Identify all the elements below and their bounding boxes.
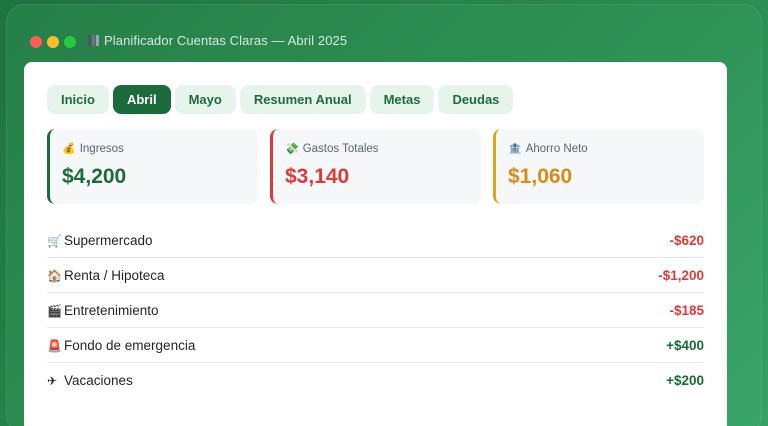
savings-label: Ahorro Neto [525, 143, 588, 155]
savings-card: 🏦 Ahorro Neto $1,060 [493, 129, 704, 204]
list-item: 🚨 Fondo de emergencia +$400 [47, 328, 704, 363]
row-label-text: Renta / Hipoteca [64, 267, 165, 283]
row-label: 🛒 Supermercado [47, 233, 153, 248]
main-panel: Inicio Abril Mayo Resumen Anual Metas De… [24, 62, 727, 426]
row-label-text: Fondo de emergencia [64, 337, 196, 353]
list-item: ✈ Vacaciones +$200 [47, 363, 704, 398]
airplane-icon: ✈ [47, 374, 58, 388]
expenses-card-label: 💸 Gastos Totales [285, 142, 379, 155]
shopping-cart-icon: 🛒 [47, 233, 62, 248]
tab-inicio[interactable]: Inicio [47, 85, 109, 114]
row-amount: +$200 [666, 373, 704, 388]
house-icon: 🏠 [47, 268, 62, 283]
row-amount: -$185 [669, 302, 704, 318]
income-card: 💰 Ingresos $4,200 [47, 129, 258, 204]
income-value: $4,200 [62, 165, 127, 188]
income-label: Ingresos [79, 143, 124, 155]
summary-cards: 💰 Ingresos $4,200 💸 Gastos Totales $3,140 … [47, 129, 704, 204]
row-label: 🚨 Fondo de emergencia [47, 338, 195, 353]
row-amount: -$1,200 [658, 267, 704, 283]
income-card-label: 💰 Ingresos [62, 142, 124, 155]
window-title-text: Planificador Cuentas Claras — Abril 2025 [104, 33, 348, 48]
transactions-list: 🛒 Supermercado -$620 🏠 Renta / Hipoteca -$… [47, 223, 704, 398]
list-item: 🎬 Entretenimiento -$185 [47, 293, 704, 328]
row-label-text: Vacaciones [64, 373, 133, 388]
row-amount: +$400 [666, 337, 704, 353]
tab-abril[interactable]: Abril [112, 85, 171, 114]
row-label: 🎬 Entretenimiento [47, 303, 159, 318]
savings-card-label: 🏦 Ahorro Neto [508, 142, 588, 155]
row-amount: -$620 [669, 232, 704, 248]
money-bag-icon: 💰 [62, 143, 76, 155]
tab-resumen-anual[interactable]: Resumen Anual [239, 85, 366, 114]
savings-value: $1,060 [508, 165, 573, 188]
emergency-light-icon: 🚨 [47, 338, 62, 353]
bank-icon: 🏦 [508, 143, 522, 155]
expenses-card: 💸 Gastos Totales $3,140 [270, 129, 481, 204]
money-wings-icon: 💸 [285, 143, 299, 155]
expenses-value: $3,140 [285, 165, 350, 188]
list-item: 🛒 Supermercado -$620 [47, 223, 704, 258]
row-label-text: Supermercado [64, 232, 153, 248]
expenses-label: Gastos Totales [302, 143, 379, 155]
window-title: Planificador Cuentas Claras — Abril 2025 [88, 33, 347, 48]
tab-mayo[interactable]: Mayo [174, 85, 236, 114]
list-item: 🏠 Renta / Hipoteca -$1,200 [47, 258, 704, 293]
title-bar: Planificador Cuentas Claras — Abril 2025 [6, 4, 762, 60]
row-label: 🏠 Renta / Hipoteca [47, 268, 165, 283]
row-label-text: Entretenimiento [64, 302, 159, 318]
tab-metas[interactable]: Metas [369, 85, 435, 114]
close-window-button[interactable] [30, 36, 42, 48]
row-label: ✈ Vacaciones [47, 373, 133, 388]
tab-deudas[interactable]: Deudas [438, 85, 514, 114]
clapper-board-icon: 🎬 [47, 303, 62, 318]
minimize-window-button[interactable] [47, 36, 59, 48]
maximize-window-button[interactable] [64, 36, 76, 48]
tab-bar: Inicio Abril Mayo Resumen Anual Metas De… [47, 85, 514, 114]
bar-chart-icon [88, 35, 99, 46]
